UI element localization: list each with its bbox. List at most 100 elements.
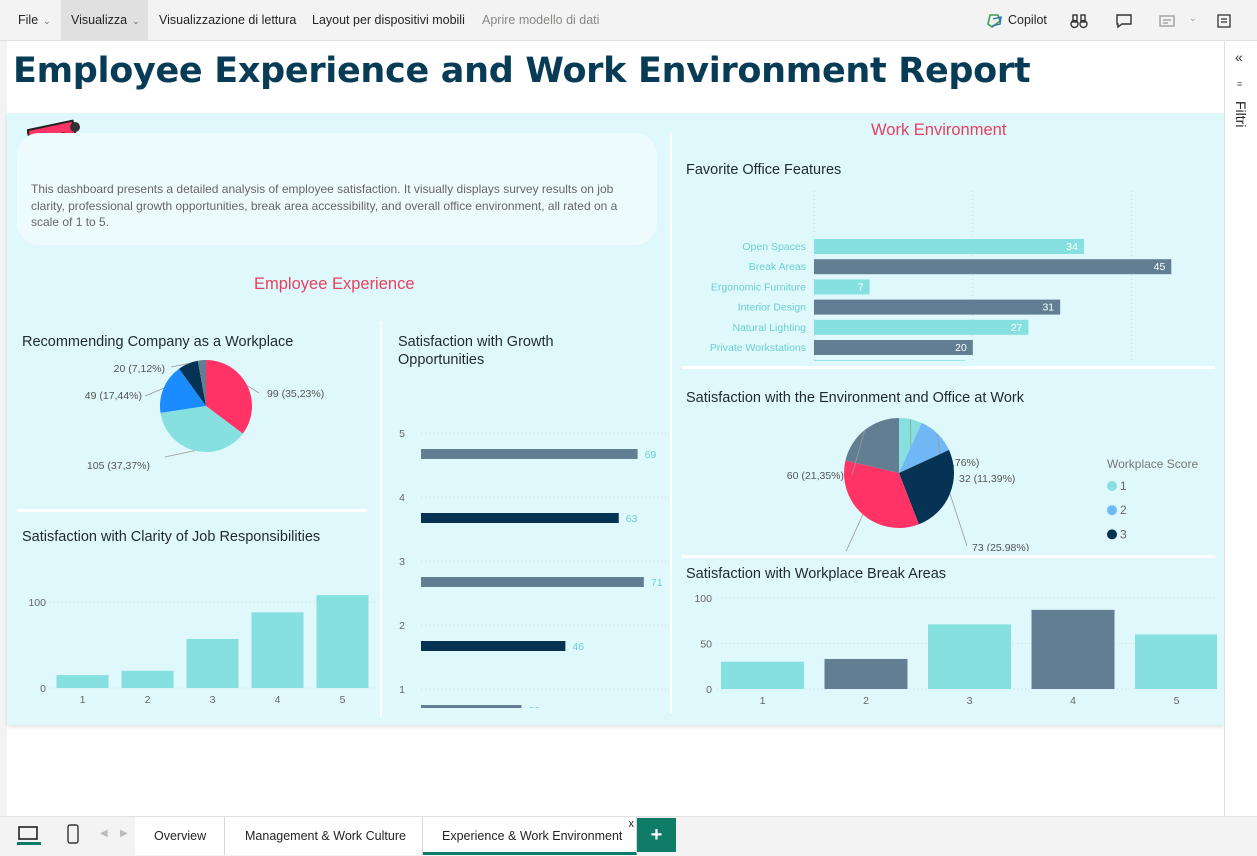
legend-dot <box>1107 505 1117 516</box>
chevron-down-icon: ⌄ <box>43 16 51 26</box>
x-tick-label: 5 <box>1174 695 1180 707</box>
breaks-bar-chart[interactable]: 0 50 100 1 2 3 4 5 <box>682 581 1217 711</box>
tab-management[interactable]: Management & Work Culture <box>225 817 423 855</box>
recommend-leader-line <box>144 387 164 397</box>
recommend-chart-title: Recommending Company as a Workplace <box>22 334 294 350</box>
growth-bar-chart[interactable]: 569463371246132050 <box>385 386 667 708</box>
features-bar-chart[interactable]: 02040Open Spaces34Break Areas45Ergonomic… <box>682 181 1217 361</box>
x-tick-label: 4 <box>275 694 281 706</box>
close-tab-icon[interactable]: x <box>629 805 635 843</box>
break-bar <box>1135 634 1217 689</box>
growth-bar <box>421 513 619 523</box>
clarity-bar-chart[interactable]: 0 100 1 2 3 4 5 <box>15 551 375 711</box>
recommend-pie-chart[interactable]: 99 (35,23%) 105 (37,37%) 49 (17,44%) 20 (7,… <box>15 351 375 501</box>
page-tab-bar: ◀ ▶ Overview Management & Work Culture E… <box>0 816 1257 856</box>
report-canvas: Employee Experience and Work Environment… <box>7 41 1224 816</box>
feature-bar <box>814 259 1172 275</box>
clarity-bar <box>186 638 239 688</box>
y-tick-label: 2 <box>399 620 405 632</box>
row-divider <box>17 509 367 512</box>
environment-leader-line <box>845 514 864 551</box>
environment-data-label: 32 (11,39%) <box>959 473 1015 485</box>
notes-icon[interactable] <box>1214 11 1234 31</box>
recommend-data-label: 99 (35,23%) <box>267 388 324 400</box>
legend-label: 1 <box>1120 479 1127 493</box>
y-tick-label: 0 <box>706 684 712 696</box>
environment-chart-title: Satisfaction with the Environment and Of… <box>686 390 1024 406</box>
copilot-button[interactable]: Copilot <box>980 0 1057 41</box>
reading-view-button[interactable]: Visualizzazione di lettura <box>149 0 306 41</box>
filters-pane[interactable]: « ≡ Filtri <box>1224 41 1257 816</box>
binoculars-icon[interactable] <box>1069 11 1089 31</box>
filter-icon: ≡ <box>1237 79 1243 89</box>
feature-data-label: 7 <box>858 281 864 293</box>
break-bar <box>721 661 804 689</box>
desktop-layout-icon[interactable] <box>17 825 41 847</box>
y-tick-label: 100 <box>28 597 46 609</box>
collapse-icon[interactable]: « <box>1235 49 1243 65</box>
copilot-icon <box>987 14 1002 28</box>
mobile-layout-button[interactable]: Layout per dispositivi mobili <box>302 0 475 41</box>
view-menu[interactable]: Visualizza ⌄ <box>61 0 148 41</box>
row-divider <box>682 366 1215 369</box>
growth-data-label: 32 <box>528 705 540 708</box>
clarity-chart-title: Satisfaction with Clarity of Job Respons… <box>22 529 321 545</box>
clarity-bar <box>56 675 109 688</box>
environment-leader-line <box>949 493 968 547</box>
environment-pie-chart[interactable]: 19 (6,76%)32 (11,39%)73 (25,98%)97 (34,5… <box>682 406 1217 551</box>
feature-data-label: 20 <box>955 342 967 354</box>
feature-data-label: 27 <box>1011 322 1023 334</box>
recommend-data-label: 20 (7,12%) <box>114 363 165 375</box>
y-tick-label: 4 <box>399 492 405 504</box>
growth-bar <box>421 641 566 651</box>
category-label: Interior Design <box>738 302 806 314</box>
growth-bar <box>421 449 638 459</box>
y-tick-label: 5 <box>399 428 405 440</box>
column-divider <box>670 133 672 713</box>
view-menu-label: Visualizza <box>71 13 128 27</box>
chevron-down-icon[interactable]: ⌄ <box>1189 13 1197 24</box>
legend-dot <box>1107 529 1117 540</box>
feature-bar <box>814 360 965 361</box>
break-bar <box>928 624 1011 689</box>
open-data-model-button[interactable]: Aprire modello di dati <box>472 0 609 41</box>
chevron-down-icon: ⌄ <box>132 16 140 26</box>
file-menu[interactable]: File ⌄ <box>8 0 61 41</box>
filters-label[interactable]: Filtri <box>1233 101 1249 127</box>
recommend-data-label: 105 (37,37%) <box>87 460 150 472</box>
row-divider <box>682 555 1215 558</box>
y-tick-label: 0 <box>40 683 46 695</box>
x-tick-label: 2 <box>863 695 869 707</box>
growth-bar <box>421 577 644 587</box>
y-tick-label: 100 <box>694 593 712 605</box>
x-tick-label: 5 <box>340 694 346 706</box>
x-tick-label: 4 <box>1070 695 1076 707</box>
column-divider <box>380 321 382 717</box>
environment-data-label: 60 (21,35%) <box>787 470 844 482</box>
growth-data-label: 69 <box>645 449 657 461</box>
x-tick-label: 3 <box>210 694 216 706</box>
growth-data-label: 63 <box>626 513 638 525</box>
category-label: Open Spaces <box>742 241 806 253</box>
legend-label: 3 <box>1120 527 1127 541</box>
legend-label: 2 <box>1120 503 1127 517</box>
break-bar <box>824 658 908 689</box>
tab-experience-label: Experience & Work Environment <box>442 829 623 843</box>
category-label: Private Workstations <box>710 342 806 354</box>
growth-data-label: 46 <box>572 641 584 653</box>
feature-bar <box>814 239 1084 254</box>
add-page-button[interactable]: + <box>637 818 676 852</box>
features-chart-title: Favorite Office Features <box>686 162 842 178</box>
clarity-bar <box>121 670 174 688</box>
x-tick-label: 2 <box>145 694 151 706</box>
tab-management-label: Management & Work Culture <box>245 829 406 843</box>
subscribe-icon[interactable] <box>1157 11 1177 31</box>
tab-experience[interactable]: Experience & Work Environment x <box>423 817 637 855</box>
copilot-label: Copilot <box>1008 13 1047 27</box>
comment-icon[interactable] <box>1114 11 1134 31</box>
next-page-icon[interactable]: ▶ <box>120 828 128 839</box>
prev-page-icon[interactable]: ◀ <box>100 828 108 839</box>
mobile-layout-icon[interactable] <box>66 824 80 846</box>
tab-overview[interactable]: Overview <box>135 817 225 855</box>
category-label: Natural Lighting <box>732 322 806 334</box>
